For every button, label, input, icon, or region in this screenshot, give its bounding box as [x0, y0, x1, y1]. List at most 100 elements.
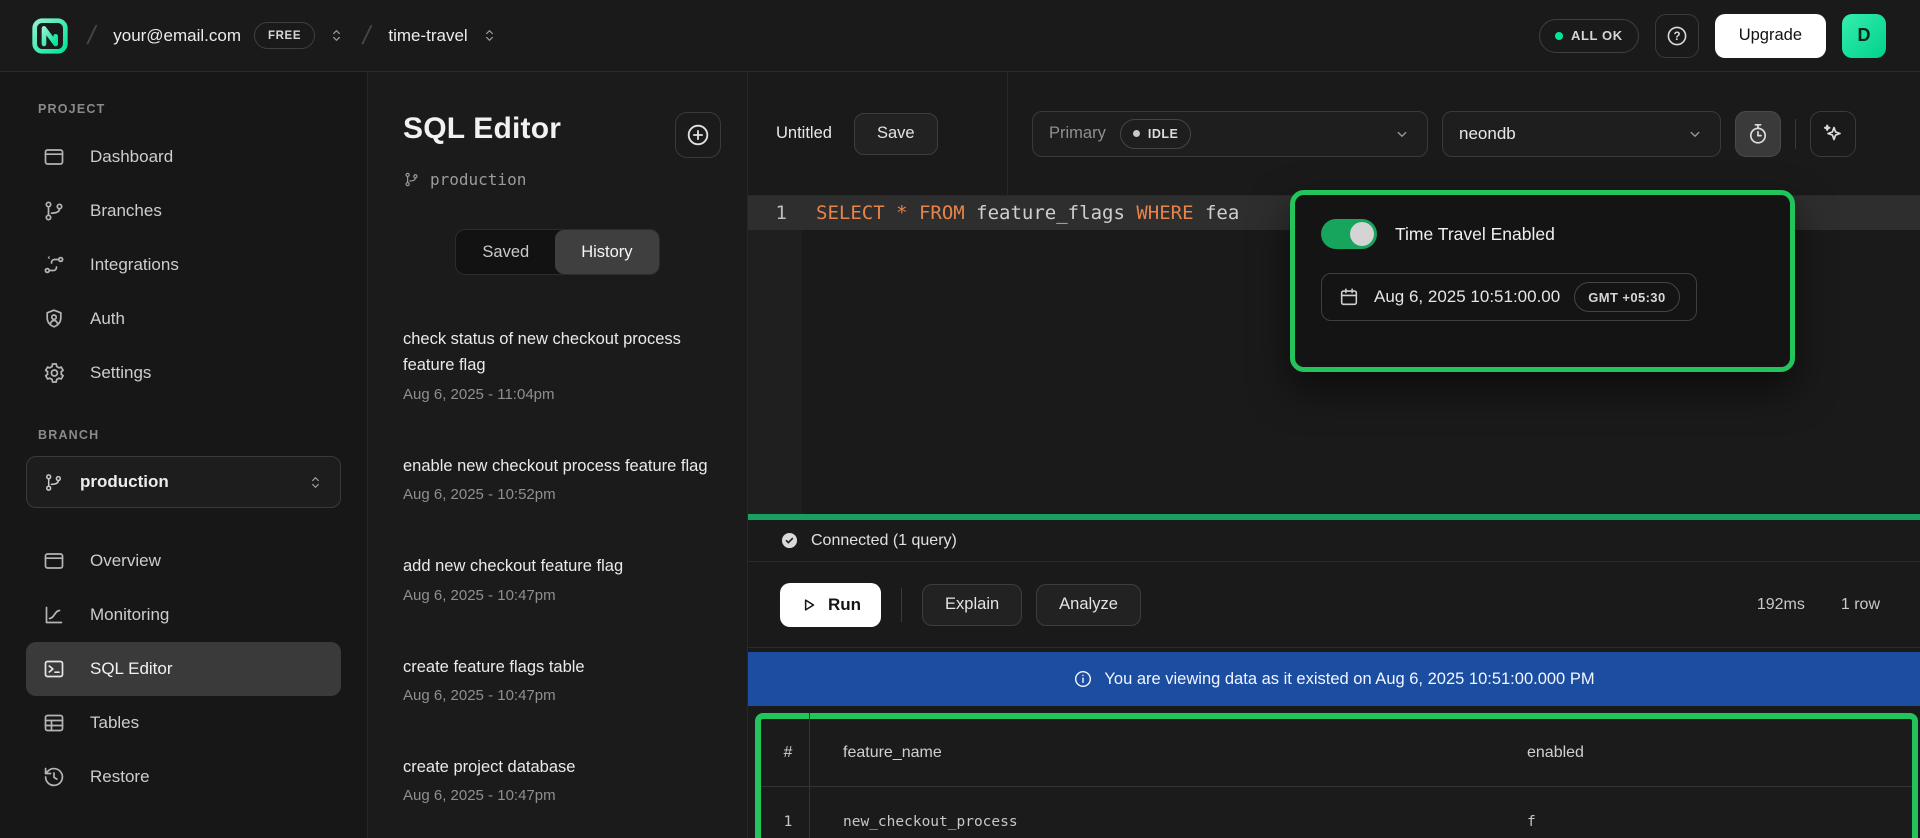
time-travel-toggle[interactable] — [1321, 219, 1377, 249]
chevron-updown-icon[interactable] — [328, 27, 345, 44]
sidebar-item-settings[interactable]: Settings — [26, 346, 341, 400]
sidebar-item-tables[interactable]: Tables — [26, 696, 341, 750]
project-switcher[interactable]: time-travel — [388, 26, 497, 46]
history-item-title: create project database — [403, 754, 719, 780]
history-item-title: check status of new checkout process fea… — [403, 326, 719, 379]
app-header: / your@email.com FREE / time-travel ALL … — [0, 0, 1920, 72]
row-count: 1 row — [1841, 596, 1880, 614]
history-item-title: enable new checkout process feature flag — [403, 453, 719, 479]
idle-dot-icon — [1133, 130, 1140, 137]
sidebar-item-label: Dashboard — [90, 147, 173, 167]
toolbar-divider — [901, 588, 902, 622]
explain-button[interactable]: Explain — [922, 584, 1022, 626]
tab-history[interactable]: History — [555, 230, 658, 274]
cell-index: 1 — [784, 814, 793, 830]
status-text: ALL OK — [1571, 28, 1623, 43]
sidebar-item-dashboard[interactable]: Dashboard — [26, 130, 341, 184]
breadcrumb-separator: / — [360, 20, 374, 51]
toolbar-divider — [1795, 119, 1796, 149]
avatar[interactable]: D — [1842, 14, 1886, 58]
sidebar: PROJECT Dashboard Branches Integrations … — [0, 72, 368, 838]
history-item-date: Aug 6, 2025 - 10:47pm — [403, 787, 719, 804]
query-tab-title[interactable]: Untitled — [776, 124, 832, 143]
new-query-button[interactable] — [675, 112, 721, 158]
sidebar-item-auth[interactable]: Auth — [26, 292, 341, 346]
sidebar-item-monitoring[interactable]: Monitoring — [26, 588, 341, 642]
query-duration: 192ms — [1757, 596, 1805, 614]
database-select[interactable]: neondb — [1442, 111, 1721, 157]
project-name: time-travel — [388, 26, 467, 46]
history-item[interactable]: create project database Aug 6, 2025 - 10… — [368, 735, 747, 823]
time-travel-toggle-label: Time Travel Enabled — [1395, 224, 1555, 245]
history-icon — [42, 765, 66, 789]
org-switcher[interactable]: your@email.com FREE — [113, 22, 345, 49]
table-icon — [42, 711, 66, 735]
column-header-index: # — [784, 744, 793, 762]
chevron-down-icon — [1686, 125, 1704, 143]
cell-enabled: f — [1527, 814, 1912, 830]
toggle-knob — [1350, 222, 1374, 246]
plan-badge: FREE — [254, 22, 315, 49]
calendar-icon — [1338, 286, 1360, 308]
compute-status-badge: IDLE — [1120, 119, 1191, 149]
help-button[interactable]: ? — [1655, 14, 1699, 58]
save-button[interactable]: Save — [854, 113, 938, 155]
time-travel-banner: You are viewing data as it existed on Au… — [748, 652, 1920, 706]
sidebar-item-label: Tables — [90, 713, 139, 733]
sidebar-item-branches[interactable]: Branches — [26, 184, 341, 238]
window-icon — [42, 549, 66, 573]
results-toolbar: Run Explain Analyze 192ms 1 row — [748, 562, 1920, 648]
column-header-feature-name: feature_name — [815, 744, 1527, 762]
results-panel: Connected (1 query) Run Explain Analyze … — [748, 520, 1920, 838]
neon-logo-icon[interactable] — [30, 16, 70, 56]
status-badge[interactable]: ALL OK — [1539, 19, 1639, 53]
time-travel-datetime-field[interactable]: Aug 6, 2025 10:51:00.00 GMT +05:30 — [1321, 273, 1697, 321]
connection-status-text: Connected (1 query) — [811, 532, 957, 550]
history-item[interactable]: enable new checkout process feature flag… — [368, 434, 747, 522]
branch-section-label: BRANCH — [38, 428, 367, 442]
analyze-button[interactable]: Analyze — [1036, 584, 1141, 626]
compute-select[interactable]: Primary IDLE — [1032, 111, 1428, 157]
cell-feature-name: new_checkout_process — [815, 814, 1527, 830]
branch-selector[interactable]: production — [26, 456, 341, 508]
history-item[interactable]: check status of new checkout process fea… — [368, 307, 747, 422]
sidebar-item-restore[interactable]: Restore — [26, 750, 341, 804]
compute-status-text: IDLE — [1148, 127, 1178, 141]
run-button[interactable]: Run — [780, 583, 881, 627]
check-circle-icon — [780, 531, 799, 550]
history-item-date: Aug 6, 2025 - 11:04pm — [403, 386, 719, 403]
branch-selector-value: production — [80, 472, 169, 492]
connection-status-bar: Connected (1 query) — [748, 520, 1920, 562]
time-travel-button[interactable] — [1735, 111, 1781, 157]
history-item-date: Aug 6, 2025 - 10:52pm — [403, 486, 719, 503]
history-list: check status of new checkout process fea… — [368, 307, 747, 838]
breadcrumb-separator: / — [85, 20, 99, 51]
ai-sparkle-button[interactable] — [1810, 111, 1856, 157]
results-table-wrap: # feature_name enabled 1 new_checkout_pr… — [748, 706, 1920, 838]
git-branch-icon — [43, 472, 64, 493]
page-title: SQL Editor — [403, 112, 561, 146]
terminal-icon — [42, 657, 66, 681]
chevron-updown-icon — [307, 474, 324, 491]
time-travel-banner-text: You are viewing data as it existed on Au… — [1104, 670, 1594, 689]
editor-gutter — [748, 196, 802, 514]
upgrade-button[interactable]: Upgrade — [1715, 14, 1826, 58]
history-item[interactable]: add new checkout feature flag Aug 6, 202… — [368, 534, 747, 622]
column-header-enabled: enabled — [1527, 744, 1912, 762]
sidebar-item-overview[interactable]: Overview — [26, 534, 341, 588]
history-item-title: add new checkout feature flag — [403, 553, 719, 579]
history-item[interactable]: create feature flags table Aug 6, 2025 -… — [368, 635, 747, 723]
sidebar-item-label: Monitoring — [90, 605, 169, 625]
column-separator — [809, 713, 810, 838]
info-icon — [1073, 669, 1093, 689]
status-dot-icon — [1555, 32, 1563, 40]
chart-icon — [42, 603, 66, 627]
database-select-value: neondb — [1459, 124, 1516, 144]
editor-topbar: Untitled Save Primary IDLE neondb — [748, 72, 1920, 196]
sidebar-item-integrations[interactable]: Integrations — [26, 238, 341, 292]
sidebar-item-label: Integrations — [90, 255, 179, 275]
sidebar-item-label: Settings — [90, 363, 151, 383]
tab-saved[interactable]: Saved — [456, 230, 555, 274]
chevron-updown-icon[interactable] — [481, 27, 498, 44]
sidebar-item-sql-editor[interactable]: SQL Editor — [26, 642, 341, 696]
